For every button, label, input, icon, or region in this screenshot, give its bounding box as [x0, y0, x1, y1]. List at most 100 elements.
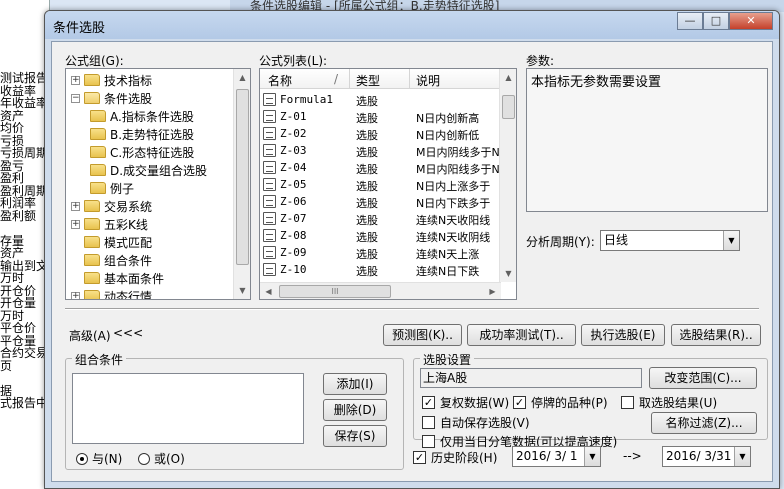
- background-text-line: 平仓价: [0, 321, 37, 335]
- tree-item[interactable]: + 技术指标: [71, 71, 152, 89]
- minimize-button[interactable]: —: [677, 12, 703, 30]
- tree-item-label: 技术指标: [104, 73, 153, 88]
- or-radio[interactable]: 或(O): [138, 450, 185, 467]
- change-scope-button[interactable]: 改变范围(C)...: [649, 367, 757, 389]
- background-text-line: 盈亏: [0, 158, 25, 173]
- tree-item[interactable]: 例子: [90, 179, 134, 197]
- tree-item[interactable]: 基本面条件: [71, 269, 164, 287]
- collapse-icon[interactable]: −: [71, 93, 80, 103]
- tree-item[interactable]: − 条件选股: [71, 89, 152, 107]
- column-name-header[interactable]: 名称: [268, 72, 292, 89]
- suspended-checkbox[interactable]: ✓ 停牌的品种(P): [513, 394, 608, 411]
- column-desc-header[interactable]: 说明: [416, 72, 440, 89]
- formula-name: Z-06: [280, 195, 307, 208]
- formula-list[interactable]: 名称 / 类型 说明 Formula1 选股 Z-01 选股 N日内创新高 Z-02 选股 N…: [259, 68, 517, 300]
- expand-icon[interactable]: +: [71, 201, 80, 211]
- tree-item[interactable]: 组合条件: [71, 251, 152, 269]
- history-checkbox[interactable]: ✓ 历史阶段(H): [413, 449, 497, 466]
- tree-item[interactable]: A.指标条件选股: [90, 107, 194, 125]
- advanced-toggle-button[interactable]: <<<: [113, 323, 143, 345]
- execute-selection-button[interactable]: 执行选股(E): [581, 324, 665, 346]
- formula-group-tree[interactable]: + 技术指标 − 条件选股 A.指标条件选股 B.走势特征选股 C.形态特征选股 D.成交量组…: [65, 68, 251, 300]
- background-text-line: 万时: [0, 271, 25, 285]
- tree-item[interactable]: 模式匹配: [71, 233, 152, 251]
- close-button[interactable]: ✕: [729, 12, 773, 30]
- cancel-results-checkbox[interactable]: 取选股结果(U): [621, 394, 717, 411]
- formula-row[interactable]: Z-09 选股 连续N天上涨: [260, 244, 501, 261]
- dialog-title: 条件选股: [53, 21, 106, 36]
- scroll-right-icon[interactable]: ▶: [484, 283, 501, 299]
- formula-row[interactable]: Z-08 选股 连续N天收阴线: [260, 227, 501, 244]
- expand-icon[interactable]: +: [71, 219, 80, 229]
- tree-scroll-thumb[interactable]: [236, 89, 249, 265]
- list-hscroll-thumb[interactable]: III: [279, 285, 391, 298]
- tree-item-label: 五彩K线: [104, 217, 148, 232]
- formula-row[interactable]: Z-07 选股 连续N天收阳线: [260, 210, 501, 227]
- formula-name: Z-04: [280, 161, 307, 174]
- auto-save-checkbox[interactable]: 自动保存选股(V): [422, 414, 530, 431]
- tree-item[interactable]: C.形态特征选股: [90, 143, 194, 161]
- date-from-picker[interactable]: 2016/ 3/ 1 ▼: [512, 446, 601, 467]
- formula-desc: N日内下跌多于: [416, 197, 491, 210]
- formula-type: 选股: [356, 197, 378, 210]
- tree-item-label: B.走势特征选股: [110, 127, 195, 142]
- chevron-down-icon[interactable]: ▼: [584, 447, 600, 466]
- chevron-down-icon[interactable]: ▼: [723, 231, 739, 250]
- list-horizontal-scrollbar[interactable]: ◀ III ▶: [260, 282, 501, 299]
- formula-row[interactable]: Z-03 选股 M日内阴线多于N: [260, 142, 501, 159]
- formula-row[interactable]: Z-04 选股 M日内阳线多于N: [260, 159, 501, 176]
- background-text-line: 开仓价: [0, 283, 37, 298]
- period-select[interactable]: 日线 ▼: [600, 230, 740, 251]
- formula-row[interactable]: Formula1 选股: [260, 91, 501, 108]
- scroll-left-icon[interactable]: ◀: [260, 283, 277, 299]
- formula-desc: M日内阴线多于N: [416, 146, 500, 159]
- folder-icon: [84, 272, 100, 284]
- tree-vertical-scrollbar[interactable]: ▲ ▼: [233, 69, 250, 299]
- preview-button[interactable]: 预测图(K)..: [383, 324, 462, 346]
- tree-item[interactable]: D.成交量组合选股: [90, 161, 207, 179]
- params-textbox[interactable]: 本指标无参数需要设置: [526, 68, 768, 212]
- formula-desc: 连续N日下跌: [416, 265, 480, 278]
- and-radio[interactable]: 与(N): [76, 450, 122, 467]
- maximize-button[interactable]: □: [703, 12, 729, 30]
- tree-item-label: 组合条件: [104, 253, 153, 268]
- tree-item[interactable]: + 动态行情: [71, 287, 152, 299]
- name-filter-button[interactable]: 名称过滤(Z)...: [651, 412, 757, 434]
- cancel-results-label: 取选股结果(U): [639, 396, 718, 410]
- column-type-header[interactable]: 类型: [356, 72, 380, 89]
- scroll-up-icon[interactable]: ▲: [234, 69, 250, 86]
- formula-name: Z-08: [280, 229, 307, 242]
- expand-icon[interactable]: +: [71, 75, 80, 85]
- formula-row[interactable]: Z-06 选股 N日内下跌多于: [260, 193, 501, 210]
- list-vertical-scrollbar[interactable]: ▲ ▼: [499, 69, 516, 282]
- formula-row[interactable]: Z-01 选股 N日内创新高: [260, 108, 501, 125]
- formula-doc-icon: [263, 127, 276, 140]
- formula-type: 选股: [356, 231, 378, 244]
- tree-item[interactable]: B.走势特征选股: [90, 125, 194, 143]
- expand-icon[interactable]: +: [71, 291, 80, 299]
- background-text-line: 测试报告: [0, 71, 49, 85]
- save-condition-button[interactable]: 保存(S): [323, 425, 387, 447]
- dialog-titlebar[interactable]: 条件选股 — □ ✕: [45, 11, 779, 39]
- and-radio-label: 与(N): [92, 452, 123, 466]
- formula-row[interactable]: Z-02 选股 N日内创新低: [260, 125, 501, 142]
- scroll-down-icon[interactable]: ▼: [234, 282, 250, 299]
- formula-row[interactable]: Z-05 选股 N日内上涨多于: [260, 176, 501, 193]
- success-test-button[interactable]: 成功率测试(T)..: [467, 324, 576, 346]
- restore-rights-checkbox[interactable]: ✓ 复权数据(W): [422, 394, 509, 411]
- formula-type: 选股: [356, 180, 378, 193]
- list-scroll-thumb[interactable]: [502, 95, 515, 119]
- add-condition-button[interactable]: 添加(I): [323, 373, 387, 395]
- tree-item[interactable]: + 交易系统: [71, 197, 152, 215]
- scroll-down-icon[interactable]: ▼: [500, 265, 516, 282]
- combo-conditions-list[interactable]: [72, 373, 304, 444]
- delete-condition-button[interactable]: 删除(D): [323, 399, 387, 421]
- scroll-up-icon[interactable]: ▲: [500, 69, 516, 86]
- background-text-line: 开仓量: [0, 296, 37, 310]
- selection-results-button[interactable]: 选股结果(R)..: [671, 324, 761, 346]
- chevron-down-icon[interactable]: ▼: [734, 447, 750, 466]
- date-to-picker[interactable]: 2016/ 3/31 ▼: [662, 446, 751, 467]
- background-report-panel: 测试报告 收益率 年收益率 资产 均价 亏损 亏损周期 盈亏 盈利 盈利周期 利润率 盈利额 存量 资产输…: [0, 0, 50, 489]
- formula-row[interactable]: Z-10 选股 连续N日下跌: [260, 261, 501, 278]
- tree-item[interactable]: + 五彩K线: [71, 215, 148, 233]
